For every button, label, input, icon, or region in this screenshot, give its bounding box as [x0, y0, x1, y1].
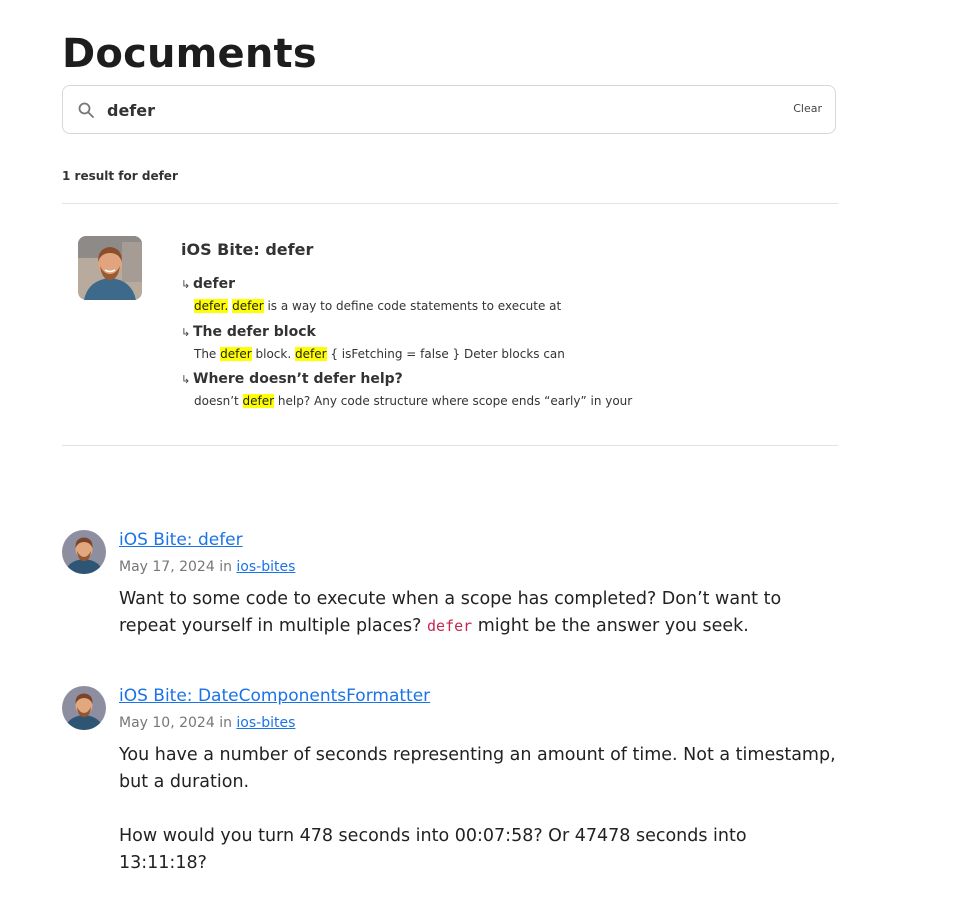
search-input[interactable] [107, 96, 747, 124]
section-heading-text: Where doesn’t defer help? [193, 371, 403, 387]
match-highlight: defer [294, 347, 327, 361]
result-section[interactable]: ↳ Where doesn’t defer help? doesn’t defer… [181, 371, 781, 408]
return-arrow-icon: ↳ [181, 278, 191, 291]
match-highlight: defer [220, 347, 252, 361]
excerpt-text: The [194, 347, 221, 361]
avatar [62, 530, 106, 574]
excerpt-text: { isFetching = false } Deter blocks can [326, 347, 565, 361]
excerpt-text: is a way to define code statements to ex… [263, 299, 562, 313]
post-excerpt: You have a number of seconds representin… [119, 742, 839, 904]
search-box[interactable]: Clear [62, 85, 836, 134]
page-title: Documents [62, 31, 317, 77]
result-section[interactable]: ↳ defer defer. defer is a way to define c… [181, 276, 781, 313]
post-meta: May 10, 2024 in ios-bites [119, 715, 295, 731]
match-highlight: defer [232, 299, 264, 313]
excerpt-text: help? Any code structure where scope end… [274, 394, 633, 408]
post-title-link[interactable]: iOS Bite: DateComponentsFormatter [119, 686, 430, 706]
excerpt-text: doesn’t [194, 394, 243, 408]
clear-button[interactable]: Clear [793, 102, 822, 115]
result-section[interactable]: ↳ The defer block The defer block. defer … [181, 324, 781, 361]
excerpt-text: block. [251, 347, 295, 361]
paragraph-text: How would you turn 478 seconds into 00:0… [119, 826, 747, 873]
inline-code: defer [427, 617, 473, 635]
post-paragraph: You have a number of seconds representin… [119, 742, 839, 796]
post-paragraph: Want to some code to execute when a scop… [119, 586, 839, 640]
return-arrow-icon: ↳ [181, 373, 191, 386]
post-in-label: in [219, 715, 232, 731]
section-heading-text: defer [193, 276, 236, 292]
avatar [62, 686, 106, 730]
paragraph-text: might be the answer you seek. [472, 616, 749, 636]
return-arrow-icon: ↳ [181, 326, 191, 339]
result-title[interactable]: iOS Bite: defer [181, 240, 313, 259]
search-icon [78, 102, 94, 118]
divider [62, 445, 838, 446]
post-excerpt: Want to some code to execute when a scop… [119, 586, 839, 667]
section-heading: ↳ Where doesn’t defer help? [181, 371, 781, 387]
result-thumbnail[interactable] [78, 236, 142, 300]
post-date: May 17, 2024 [119, 559, 215, 575]
post-title-link[interactable]: iOS Bite: defer [119, 530, 243, 550]
paragraph-text: You have a number of seconds representin… [119, 745, 836, 792]
match-highlight: defer. [194, 299, 229, 313]
section-excerpt: The defer block. defer { isFetching = fa… [194, 347, 781, 361]
divider [62, 203, 838, 204]
post-date: May 10, 2024 [119, 715, 215, 731]
post-meta: May 17, 2024 in ios-bites [119, 559, 295, 575]
post-in-label: in [219, 559, 232, 575]
result-count: 1 result for defer [62, 169, 178, 183]
section-excerpt: defer. defer is a way to define code sta… [194, 299, 781, 313]
category-link[interactable]: ios-bites [236, 715, 295, 731]
section-heading: ↳ defer [181, 276, 781, 292]
post-paragraph: How would you turn 478 seconds into 00:0… [119, 823, 839, 877]
category-link[interactable]: ios-bites [236, 559, 295, 575]
section-heading: ↳ The defer block [181, 324, 781, 340]
match-highlight: defer [242, 394, 275, 408]
section-excerpt: doesn’t defer help? Any code structure w… [194, 394, 781, 408]
section-heading-text: The defer block [193, 324, 316, 340]
